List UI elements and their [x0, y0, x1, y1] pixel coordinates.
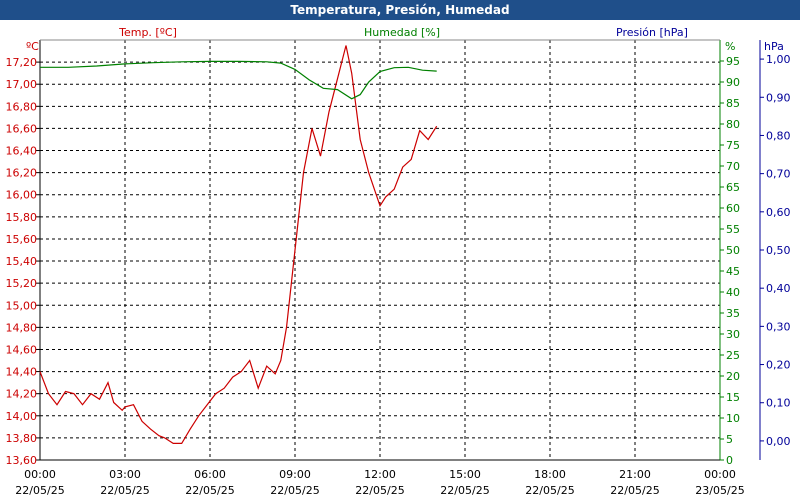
pressure-unit-label: hPa	[764, 40, 784, 53]
temp-tick-label: 16,00	[6, 189, 38, 202]
temp-tick-label: 15,60	[6, 233, 38, 246]
humidity-tick-label: 70	[726, 160, 740, 173]
x-tick-date: 22/05/25	[15, 484, 64, 497]
temp-tick-label: 17,20	[6, 56, 38, 69]
pressure-axis-label: Presión [hPa]	[616, 26, 688, 39]
humidity-axis-label: Humedad [%]	[364, 26, 440, 39]
humidity-tick-label: 0	[726, 454, 733, 467]
grid	[40, 40, 720, 461]
humidity-tick-label: 25	[726, 349, 740, 362]
temp-tick-label: 16,40	[6, 145, 38, 158]
temp-tick-label: 14,60	[6, 343, 38, 356]
humidity-tick-label: 80	[726, 118, 740, 131]
x-tick-time: 00:00	[704, 468, 736, 481]
humidity-tick-label: 20	[726, 370, 740, 383]
temp-tick-label: 16,60	[6, 122, 38, 135]
x-tick-time: 03:00	[109, 468, 141, 481]
series	[39, 45, 438, 444]
x-tick-time: 09:00	[279, 468, 311, 481]
pressure-tick-label: 0,60	[766, 206, 791, 219]
humidity-tick-label: 90	[726, 76, 740, 89]
humidity-tick-label: 40	[726, 286, 740, 299]
x-tick-date: 22/05/25	[610, 484, 659, 497]
humidity-tick-label: 85	[726, 97, 740, 110]
temp-tick-label: 13,60	[6, 454, 38, 467]
humidity-tick-label: 60	[726, 202, 740, 215]
pressure-tick-label: 0,80	[766, 129, 791, 142]
x-tick-date: 22/05/25	[440, 484, 489, 497]
temp-tick-label: 15,20	[6, 277, 38, 290]
x-tick-time: 06:00	[194, 468, 226, 481]
pressure-tick-label: 0,50	[766, 244, 791, 257]
axes	[36, 39, 764, 461]
temp-tick-label: 17,00	[6, 78, 38, 91]
humidity-tick-label: 5	[726, 433, 733, 446]
pressure-tick-label: 0,90	[766, 91, 791, 104]
temp-tick-label: 16,80	[6, 100, 38, 113]
pressure-tick-label: 0,00	[766, 435, 791, 448]
humidity-tick-label: 10	[726, 412, 740, 425]
x-tick-date: 22/05/25	[270, 484, 319, 497]
pressure-tick-label: 0,20	[766, 359, 791, 372]
humidity-tick-label: 45	[726, 265, 740, 278]
chart-canvas: 00:00 22/05/25 03:00 22/05/25 06:00 22/05/25 0…	[6, 26, 791, 497]
x-tick-date: 23/05/25	[695, 484, 744, 497]
humidity-tick-label: 65	[726, 181, 740, 194]
humidity-tick-label: 30	[726, 328, 740, 341]
temp-unit-label: ºC	[26, 40, 39, 53]
pressure-tick-label: 0,30	[766, 320, 791, 333]
temperature-series-line	[39, 45, 438, 444]
humidity-series-line	[40, 60, 437, 100]
humidity-tick-label: 35	[726, 307, 740, 320]
x-tick-date: 22/05/25	[525, 484, 574, 497]
x-tick-date: 22/05/25	[355, 484, 404, 497]
humidity-tick-label: 50	[726, 244, 740, 257]
temp-tick-label: 14,20	[6, 388, 38, 401]
temp-tick-label: 14,40	[6, 366, 38, 379]
temp-tick-label: 15,80	[6, 211, 38, 224]
temp-tick-label: 13,80	[6, 432, 38, 445]
x-tick-time: 21:00	[619, 468, 651, 481]
pressure-tick-label: 0,70	[766, 168, 791, 181]
temp-tick-label: 14,80	[6, 321, 38, 334]
pressure-tick-label: 1,00	[766, 53, 791, 66]
pressure-tick-label: 0,40	[766, 282, 791, 295]
humidity-tick-label: 75	[726, 139, 740, 152]
x-tick-time: 12:00	[364, 468, 396, 481]
temp-tick-label: 15,00	[6, 299, 38, 312]
pressure-tick-label: 0,10	[766, 397, 791, 410]
temp-tick-label: 15,40	[6, 255, 38, 268]
tick-labels: 00:00 22/05/25 03:00 22/05/25 06:00 22/05/25 0…	[6, 53, 791, 497]
humidity-tick-label: 95	[726, 55, 740, 68]
temp-tick-label: 14,00	[6, 410, 38, 423]
x-tick-date: 22/05/25	[185, 484, 234, 497]
temp-tick-label: 16,20	[6, 167, 38, 180]
x-tick-date: 22/05/25	[100, 484, 149, 497]
x-tick-time: 18:00	[534, 468, 566, 481]
x-tick-time: 00:00	[24, 468, 56, 481]
temp-axis-label: Temp. [ºC]	[118, 26, 177, 39]
humidity-tick-label: 55	[726, 223, 740, 236]
humidity-tick-label: 15	[726, 391, 740, 404]
humidity-unit-label: %	[725, 40, 735, 53]
x-tick-time: 15:00	[449, 468, 481, 481]
